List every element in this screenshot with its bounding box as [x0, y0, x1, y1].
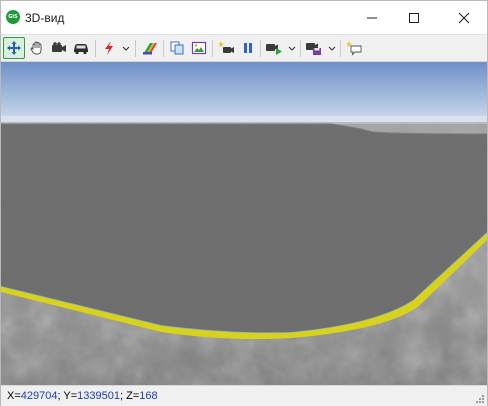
- toolbar-separator: [212, 40, 213, 57]
- lightning-icon: [105, 41, 113, 55]
- minimize-icon: [367, 17, 377, 18]
- layers-palette-icon: [143, 43, 157, 55]
- pause-icon: [244, 43, 252, 53]
- z-value: 168: [139, 390, 158, 402]
- save-image-button[interactable]: [188, 37, 210, 59]
- 3d-scene[interactable]: [1, 62, 487, 385]
- toolbar-separator: [340, 40, 341, 57]
- add-camera-button[interactable]: [215, 37, 237, 59]
- camera-play-icon: [266, 44, 282, 55]
- toolbar-separator: [260, 40, 261, 57]
- move-tool-button[interactable]: [3, 37, 25, 59]
- pause-button[interactable]: [237, 37, 259, 59]
- close-button[interactable]: [441, 1, 487, 34]
- title-bar[interactable]: GIS 3D-вид: [1, 1, 487, 34]
- new-camera-icon: [218, 41, 234, 53]
- maximize-icon: [409, 12, 419, 23]
- image-icon: [191, 41, 207, 55]
- y-value: 1339501: [77, 390, 120, 402]
- status-bar: X=429704; Y=1339501; Z=168: [1, 385, 487, 406]
- chevron-down-icon: [288, 46, 295, 51]
- play-camera-dropdown-button[interactable]: [287, 43, 296, 54]
- close-icon: [458, 12, 470, 23]
- pan-tool-button[interactable]: [26, 37, 48, 59]
- add-comment-button[interactable]: [343, 37, 365, 59]
- window-title: 3D-вид: [25, 11, 65, 25]
- coordinates-readout: X=429704; Y=1339501; Z=168: [7, 390, 158, 402]
- x-value: 429704: [20, 390, 58, 402]
- z-label: ; Z=: [120, 390, 140, 402]
- car-icon: [74, 44, 88, 55]
- video-camera-icon: [52, 42, 66, 52]
- toolbar-separator: [163, 40, 164, 57]
- resize-grip-icon[interactable]: [475, 394, 485, 404]
- toolbar-separator: [300, 40, 301, 57]
- chevron-down-icon: [122, 46, 129, 51]
- camera-tool-button[interactable]: [48, 37, 70, 59]
- save-camera-dropdown-button[interactable]: [327, 43, 336, 54]
- new-comment-icon: [346, 41, 362, 56]
- drive-mode-button[interactable]: [70, 37, 92, 59]
- 3d-view-window: GIS 3D-вид X=429704; Y=1339501; Z=168: [0, 0, 488, 406]
- 3d-viewport[interactable]: [1, 62, 487, 385]
- y-label: ; Y=: [57, 390, 78, 402]
- save-camera-icon: [306, 43, 321, 55]
- layers-button[interactable]: [139, 37, 161, 59]
- chevron-down-icon: [328, 46, 335, 51]
- move-arrows-icon: [7, 41, 21, 55]
- x-label: X=: [7, 390, 21, 402]
- toolbar: [1, 34, 487, 62]
- effects-dropdown-button[interactable]: [121, 43, 130, 54]
- copy-button[interactable]: [166, 37, 188, 59]
- hand-pan-icon: [30, 41, 42, 55]
- minimize-button[interactable]: [349, 1, 395, 34]
- toolbar-separator: [95, 40, 96, 57]
- effects-button[interactable]: [98, 37, 120, 59]
- app-logo-icon: GIS: [6, 10, 20, 24]
- save-camera-button[interactable]: [303, 37, 325, 59]
- maximize-button[interactable]: [391, 1, 437, 34]
- copy-icon: [170, 41, 184, 55]
- toolbar-separator: [135, 40, 136, 57]
- play-camera-button[interactable]: [263, 37, 285, 59]
